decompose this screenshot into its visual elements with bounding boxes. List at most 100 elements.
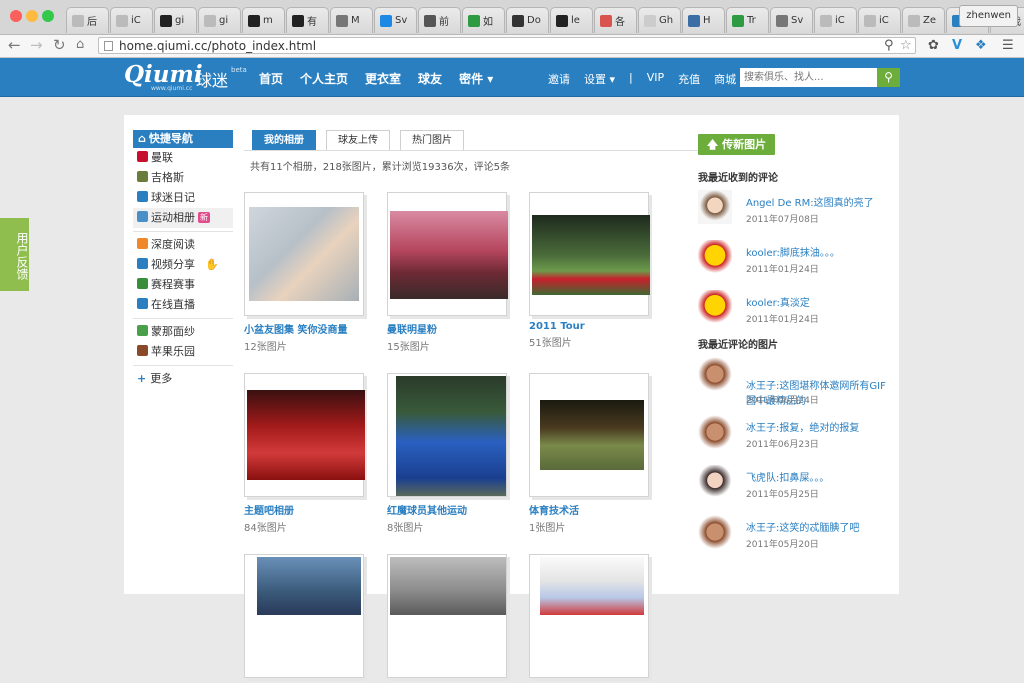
menu-icon[interactable]: ☰ [1002, 38, 1014, 54]
sidebar-item[interactable]: 吉格斯 [133, 168, 233, 188]
album-cover-frame[interactable] [387, 192, 508, 316]
browser-tab[interactable]: M [330, 7, 373, 33]
nav-item[interactable]: 个人主页 [300, 70, 348, 87]
nav-item[interactable]: 球友 [418, 70, 442, 87]
sidebar-item[interactable]: 深度阅读 [133, 235, 233, 255]
album-card[interactable]: 体育技术活 1张图片 [529, 373, 655, 534]
avatar[interactable] [698, 190, 732, 224]
album-cover-frame[interactable] [529, 554, 649, 678]
browser-tab[interactable]: gi [198, 7, 241, 33]
album-cover-frame[interactable] [244, 192, 364, 316]
sidebar-item-more[interactable]: + 更多 [133, 369, 233, 389]
album-title[interactable]: 小盆友图集 笑你没商量 [244, 321, 370, 336]
browser-tab[interactable]: Ze [902, 7, 945, 33]
comment-text[interactable]: 冰王子:报复，绝对的报复 [746, 419, 859, 434]
search-icon[interactable]: ⚲ [877, 68, 900, 87]
avatar[interactable] [698, 465, 732, 499]
browser-tab[interactable]: 前 [418, 7, 461, 33]
album-card[interactable]: 2011 Tour 51张图片 [529, 192, 655, 349]
sidebar-item[interactable]: 蒙那面纱 [133, 322, 233, 342]
album-title[interactable]: 体育技术活 [529, 502, 655, 517]
browser-tab[interactable]: Do [506, 7, 549, 33]
comment-item[interactable]: 冰王子:这笑的忒腼腆了吧 2011年05月20日 [698, 515, 888, 559]
comment-item[interactable]: 飞虎队:扣鼻屎。。。 2011年05月25日 [698, 465, 888, 509]
comment-item[interactable]: kooler:脚底抹油。。。 2011年01月24日 [698, 240, 888, 284]
comment-item[interactable]: 冰王子:报复，绝对的报复 2011年06月23日 [698, 415, 888, 459]
album-card[interactable]: 曼联明星粉 15张图片 [387, 192, 513, 353]
user-nav-item[interactable]: 商城 [714, 71, 736, 87]
browser-tab[interactable]: Sv [770, 7, 813, 33]
browser-tab[interactable]: Sv [374, 7, 417, 33]
album-title[interactable]: 曼联明星粉 [387, 321, 513, 336]
album-cover-frame[interactable] [387, 373, 507, 497]
back-arrow-icon[interactable]: ← [8, 37, 21, 53]
comment-text[interactable]: kooler:脚底抹油。。。 [746, 244, 840, 259]
vimeo-icon[interactable]: V [952, 38, 962, 54]
sidebar-item[interactable]: 在线直播 [133, 295, 233, 315]
album-card[interactable] [244, 554, 370, 683]
key-icon[interactable]: ⚲ [884, 38, 894, 54]
browser-tab[interactable]: le [550, 7, 593, 33]
album-tab[interactable]: 我的相册 [252, 130, 316, 151]
comment-item[interactable]: Angel De RM:这图真的亮了 2011年07月08日 [698, 190, 888, 234]
sidebar-item[interactable]: 运动相册新 [133, 208, 233, 228]
comment-item[interactable]: kooler:真淡定 2011年01月24日 [698, 290, 888, 334]
reload-icon[interactable]: ↻ [53, 37, 66, 53]
feedback-tab[interactable]: 用户反馈 [0, 218, 29, 291]
album-cover-frame[interactable] [387, 554, 507, 678]
album-card[interactable] [529, 554, 655, 683]
sidebar-item[interactable]: 视频分享 ✋ [133, 255, 233, 275]
forward-arrow-icon[interactable]: → [30, 37, 43, 53]
browser-tab[interactable]: iC [814, 7, 857, 33]
extension-icon[interactable]: ✿ [928, 38, 939, 54]
album-tab[interactable]: 球友上传 [326, 130, 390, 151]
browser-tab[interactable]: Gh [638, 7, 681, 33]
sidebar-item[interactable]: 赛程赛事 [133, 275, 233, 295]
close-window-button[interactable] [10, 10, 22, 22]
comment-text[interactable]: Angel De RM:这图真的亮了 [746, 194, 874, 209]
sidebar-item[interactable]: 苹果乐园 [133, 342, 233, 362]
album-tab[interactable]: 热门图片 [400, 130, 464, 151]
browser-tab[interactable]: 有 [286, 7, 329, 33]
comment-text[interactable]: 冰王子:这笑的忒腼腆了吧 [746, 519, 859, 534]
avatar[interactable] [698, 290, 732, 324]
album-title[interactable]: 2011 Tour [529, 321, 655, 332]
album-cover-frame[interactable] [244, 554, 364, 678]
sidebar-item[interactable]: 球迷日记 [133, 188, 233, 208]
nav-item[interactable]: 密件 ▾ [459, 70, 493, 87]
user-nav-item[interactable]: 邀请 [548, 71, 570, 87]
comment-item[interactable]: 冰王子:这图堪称体邀网所有GIF图中最精品的 2011年06月24日 [698, 357, 888, 409]
site-search-input[interactable] [740, 68, 877, 87]
comment-text[interactable]: kooler:真淡定 [746, 294, 810, 309]
album-card[interactable]: 主题吧相册 84张图片 [244, 373, 370, 534]
avatar[interactable] [698, 240, 732, 274]
user-nav-item[interactable]: 设置 ▾ [584, 71, 615, 87]
url-field[interactable]: home.qiumi.cc/photo_index.html [98, 37, 916, 54]
nav-item[interactable]: 首页 [259, 70, 283, 87]
album-title[interactable]: 主题吧相册 [244, 502, 370, 517]
browser-tab[interactable]: H [682, 7, 725, 33]
upload-photo-button[interactable]: 🡅 传新图片 [698, 134, 775, 155]
browser-tab[interactable]: m [242, 7, 285, 33]
album-card[interactable] [387, 554, 513, 683]
browser-tab[interactable]: iC [858, 7, 901, 33]
album-cover-frame[interactable] [529, 373, 649, 497]
album-cover-frame[interactable] [529, 192, 650, 316]
avatar[interactable] [698, 357, 732, 391]
browser-tab[interactable]: 后 [66, 7, 109, 33]
star-icon[interactable]: ☆ [900, 38, 912, 54]
nav-item[interactable]: 更衣室 [365, 70, 401, 87]
comment-text[interactable]: 飞虎队:扣鼻屎。。。 [746, 469, 829, 484]
browser-tab[interactable]: 如 [462, 7, 505, 33]
album-cover-frame[interactable] [244, 373, 365, 497]
browser-tab[interactable]: iC [110, 7, 153, 33]
avatar[interactable] [698, 515, 732, 549]
album-title[interactable]: 红魔球员其他运动 [387, 502, 513, 517]
album-card[interactable]: 小盆友图集 笑你没商量 12张图片 [244, 192, 370, 353]
minimize-window-button[interactable] [26, 10, 38, 22]
user-nav-item[interactable]: 充值 [678, 71, 700, 87]
browser-tab[interactable]: gi [154, 7, 197, 33]
user-nav-item[interactable]: VIP [647, 71, 664, 87]
wifi-icon[interactable]: ❖ [975, 38, 987, 54]
home-icon[interactable]: ⌂ [76, 37, 84, 53]
